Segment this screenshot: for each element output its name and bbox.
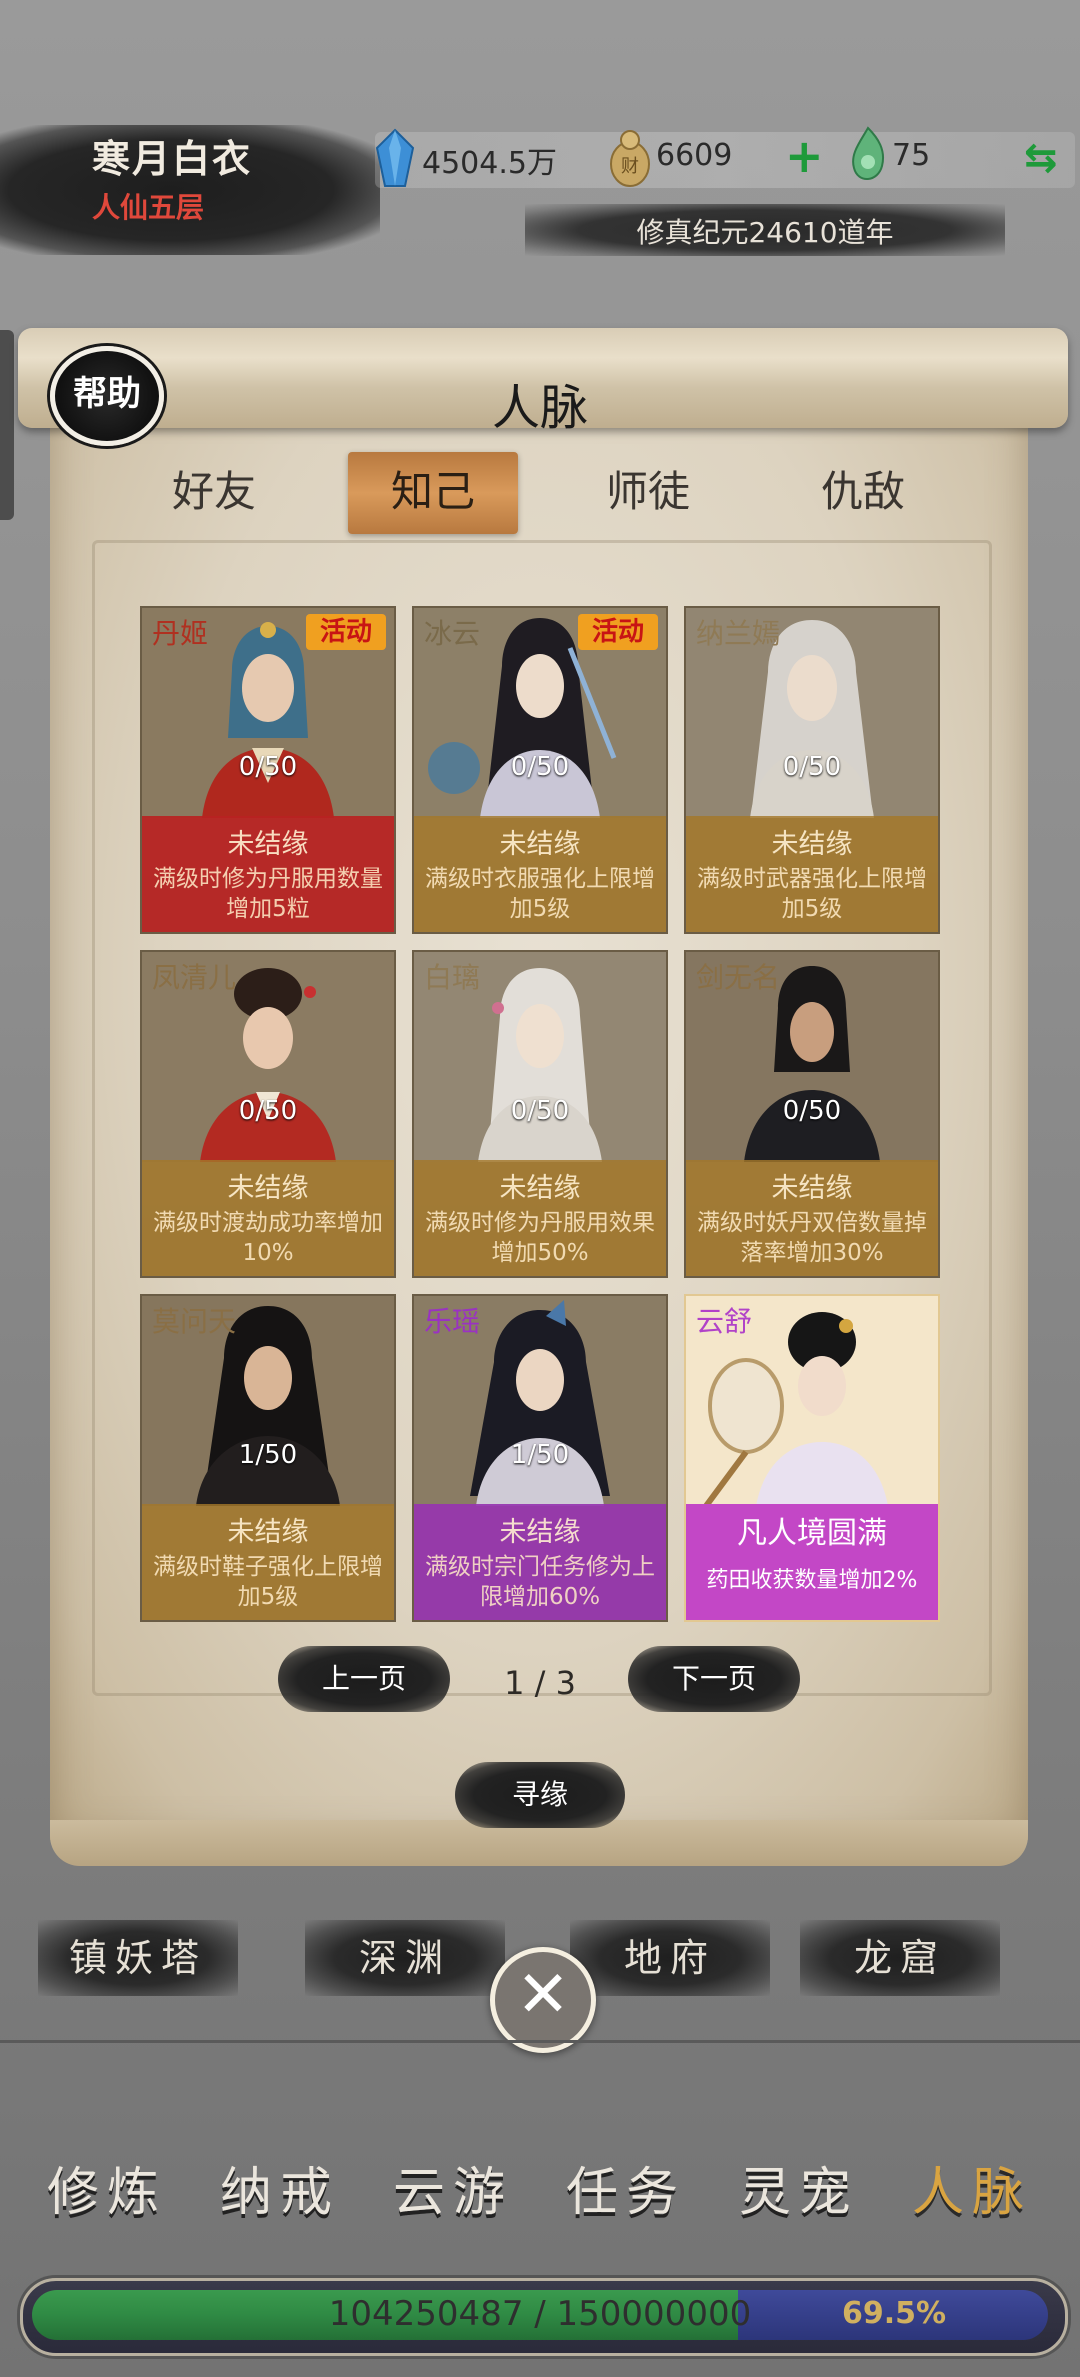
card-name: 云舒 [696, 1305, 753, 1338]
confidant-card[interactable]: 纳兰嫣 0/50 未结缘 满级时武器强化上限增加5级 [684, 606, 940, 934]
confidant-card[interactable]: 凤清儿 0/50 未结缘 满级时渡劫成功率增加10% [140, 950, 396, 1278]
swap-icon[interactable]: ⇆ [1024, 138, 1058, 178]
seek-bond-button[interactable]: 寻缘 [455, 1762, 625, 1828]
sub-nav-dragon-cave[interactable]: 龙窟 [800, 1920, 1000, 1996]
bond-bonus: 满级时修为丹服用效果增加50% [425, 1210, 655, 1266]
main-tab-storage-ring[interactable]: 纳戒 [195, 2150, 365, 2225]
gold-ingot-icon: 财 [610, 130, 650, 187]
bond-bonus: 满级时宗门任务修为上限增加60% [425, 1554, 655, 1610]
panel-title: 人脉 [491, 380, 588, 436]
bond-bonus: 满级时衣服强化上限增加5级 [425, 866, 655, 922]
affinity-progress: 0/50 [510, 752, 570, 782]
main-tab-travel[interactable]: 云游 [368, 2150, 538, 2225]
card-name: 丹姬 [152, 617, 209, 650]
sub-nav-abyss[interactable]: 深渊 [305, 1920, 505, 1996]
spirit-stone-icon [375, 128, 415, 187]
card-name: 凤清儿 [152, 961, 237, 994]
card-info: 未结缘 满级时鞋子强化上限增加5级 [142, 1504, 394, 1620]
confidant-card[interactable]: 云舒 凡人境圆满 药田收获数量增加2% [684, 1294, 940, 1622]
card-info: 未结缘 满级时衣服强化上限增加5级 [414, 816, 666, 932]
confidant-card[interactable]: 丹姬 活动 0/50 未结缘 满级时修为丹服用数量增加5粒 [140, 606, 396, 934]
affinity-progress: 0/50 [238, 752, 298, 782]
card-name: 纳兰嫣 [696, 617, 781, 650]
bond-bonus: 药田收获数量增加2% [706, 1568, 918, 1593]
main-tab-quests[interactable]: 任务 [541, 2150, 711, 2225]
bond-status: 未结缘 [227, 829, 309, 860]
bond-status: 未结缘 [499, 1517, 581, 1548]
confidant-card[interactable]: 剑无名 0/50 未结缘 满级时妖丹双倍数量掉落率增加30% [684, 950, 940, 1278]
bond-status: 凡人境圆满 [737, 1516, 887, 1551]
spirit-stone-count: 4504.5万 [422, 146, 557, 181]
card-info: 凡人境圆满 药田收获数量增加2% [686, 1504, 938, 1620]
affinity-progress: 0/50 [238, 1096, 298, 1126]
event-tag: 活动 [306, 614, 386, 650]
bond-bonus: 满级时修为丹服用数量增加5粒 [153, 866, 383, 922]
close-icon: ✕ [516, 1958, 570, 2032]
affinity-progress: 1/50 [238, 1440, 298, 1470]
card-name: 冰云 [424, 617, 481, 650]
jade-pendant-icon [852, 126, 884, 180]
bond-bonus: 满级时渡劫成功率增加10% [153, 1210, 383, 1266]
player-name: 寒月白衣 [92, 136, 253, 181]
card-name: 乐瑶 [424, 1305, 481, 1338]
event-tag: 活动 [578, 614, 658, 650]
sub-nav-demon-tower[interactable]: 镇妖塔 [38, 1920, 238, 1996]
confidant-card[interactable]: 白璃 0/50 未结缘 满级时修为丹服用效果增加50% [412, 950, 668, 1278]
affinity-progress: 0/50 [510, 1096, 570, 1126]
card-info: 未结缘 满级时修为丹服用效果增加50% [414, 1160, 666, 1276]
bond-bonus: 满级时妖丹双倍数量掉落率增加30% [697, 1210, 927, 1266]
bond-status: 未结缘 [771, 829, 853, 860]
main-tab-cultivate[interactable]: 修炼 [22, 2150, 192, 2225]
tab-friends[interactable]: 好友 [134, 458, 294, 519]
player-rank: 人仙五层 [92, 191, 205, 224]
bond-status: 未结缘 [499, 1173, 581, 1204]
divider [0, 2040, 1080, 2043]
main-tab-pets[interactable]: 灵宠 [714, 2150, 884, 2225]
card-info: 未结缘 满级时渡劫成功率增加10% [142, 1160, 394, 1276]
bond-status: 未结缘 [499, 829, 581, 860]
era-text: 修真纪元24610道年 [636, 216, 894, 249]
card-name: 剑无名 [696, 961, 781, 994]
page-indicator: 1 / 3 [504, 1664, 576, 1702]
card-info: 未结缘 满级时武器强化上限增加5级 [686, 816, 938, 932]
affinity-progress: 0/50 [782, 1096, 842, 1126]
svg-text:财: 财 [621, 156, 639, 177]
card-info: 未结缘 满级时妖丹双倍数量掉落率增加30% [686, 1160, 938, 1276]
card-name: 白璃 [424, 961, 481, 994]
sub-nav-underworld[interactable]: 地府 [570, 1920, 770, 1996]
main-tab-connections[interactable]: 人脉 [887, 2150, 1057, 2225]
affinity-progress: 1/50 [510, 1440, 570, 1470]
tab-master-disciple[interactable]: 师徒 [568, 458, 728, 519]
card-info: 未结缘 满级时修为丹服用数量增加5粒 [142, 816, 394, 932]
card-info: 未结缘 满级时宗门任务修为上限增加60% [414, 1504, 666, 1620]
experience-percent: 69.5% [842, 2296, 947, 2331]
gold-count: 6609 [656, 138, 733, 173]
affinity-progress: 0/50 [782, 752, 842, 782]
bond-status: 未结缘 [227, 1517, 309, 1548]
tab-confidants[interactable]: 知己 [353, 458, 513, 519]
plus-icon[interactable]: + [785, 133, 824, 179]
bond-bonus: 满级时鞋子强化上限增加5级 [153, 1554, 383, 1610]
tab-enemies[interactable]: 仇敌 [783, 458, 943, 519]
next-page-button[interactable]: 下一页 [628, 1646, 800, 1712]
card-name: 莫问天 [152, 1305, 237, 1338]
bond-bonus: 满级时武器强化上限增加5级 [697, 866, 927, 922]
prev-page-button[interactable]: 上一页 [278, 1646, 450, 1712]
confidant-card[interactable]: 莫问天 1/50 未结缘 满级时鞋子强化上限增加5级 [140, 1294, 396, 1622]
bond-status: 未结缘 [771, 1173, 853, 1204]
bond-status: 未结缘 [227, 1173, 309, 1204]
confidant-card[interactable]: 乐瑶 1/50 未结缘 满级时宗门任务修为上限增加60% [412, 1294, 668, 1622]
jade-count: 75 [892, 138, 931, 173]
confidant-card[interactable]: 冰云 活动 0/50 未结缘 满级时衣服强化上限增加5级 [412, 606, 668, 934]
